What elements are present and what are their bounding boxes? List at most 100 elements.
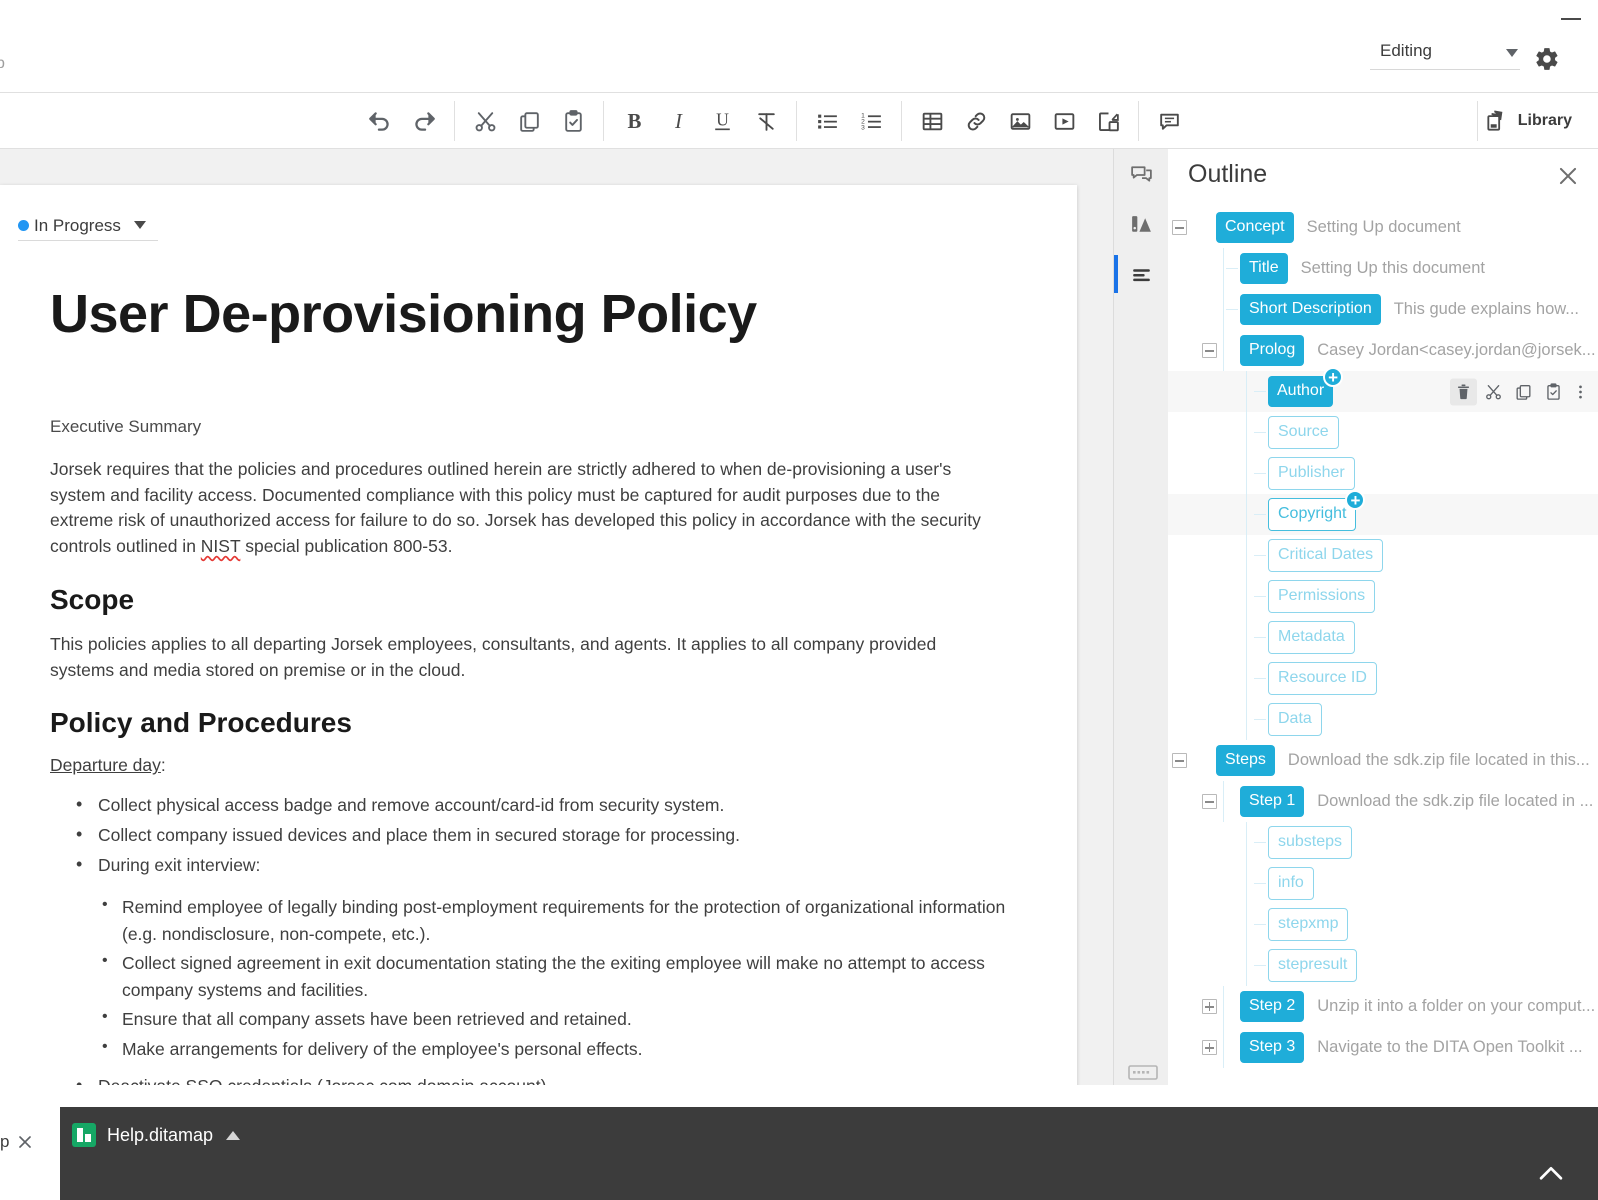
outline-chip[interactable]: Short Description	[1240, 294, 1381, 325]
outline-row-author[interactable]: Author +	[1168, 367, 1598, 412]
outline-row-metadata[interactable]: Metadata	[1168, 617, 1598, 658]
outline-row-data[interactable]: Data	[1168, 699, 1598, 740]
outline-row-source[interactable]: Source	[1168, 412, 1598, 453]
outline-chip[interactable]: Step 3	[1240, 1032, 1305, 1063]
document-status-dropdown[interactable]: In Progress	[18, 211, 158, 241]
italic-button[interactable]: I	[656, 101, 700, 141]
outline-chip[interactable]: Prolog	[1240, 335, 1305, 366]
outline-chip[interactable]: Title	[1240, 253, 1288, 284]
comments-panel-button[interactable]	[1114, 149, 1169, 199]
list-item[interactable]: During exit interview:	[72, 851, 1010, 879]
expand-node-icon[interactable]	[1202, 1040, 1217, 1055]
outline-row-concept[interactable]: Concept Setting Up document	[1168, 207, 1598, 248]
outline-row-title[interactable]: Title Setting Up this document	[1168, 248, 1598, 289]
outline-chip[interactable]: Resource ID	[1268, 662, 1377, 695]
outline-chip[interactable]: Publisher	[1268, 457, 1355, 490]
document-body[interactable]: Executive Summary Jorsek requires that t…	[50, 417, 1010, 1085]
outline-row-critical-dates[interactable]: Critical Dates	[1168, 535, 1598, 576]
redo-button[interactable]	[402, 101, 446, 141]
outline-chip[interactable]: Source	[1268, 416, 1339, 449]
editing-mode-dropdown[interactable]: Editing	[1370, 38, 1520, 70]
close-icon[interactable]	[15, 1132, 35, 1152]
add-element-icon[interactable]: +	[1345, 490, 1366, 510]
outline-row-short-description[interactable]: Short Description This gude explains how.…	[1168, 289, 1598, 330]
chevron-up-icon[interactable]	[226, 1130, 241, 1140]
outline-row-step-3[interactable]: Step 3 Navigate to the DITA Open Toolkit …	[1168, 1027, 1598, 1068]
outline-chip[interactable]: Steps	[1216, 745, 1275, 776]
add-element-icon[interactable]: +	[1323, 367, 1344, 387]
list-item[interactable]: Remind employee of legally binding post-…	[98, 893, 1010, 947]
add-comment-button[interactable]	[1147, 101, 1191, 141]
paste-button[interactable]	[551, 101, 595, 141]
outline-row-info[interactable]: info	[1168, 863, 1598, 904]
list-item[interactable]: Deactivate SSO credentials (Jorsec.com d…	[72, 1072, 1010, 1085]
outline-chip[interactable]: info	[1268, 867, 1314, 900]
outline-row-step-1[interactable]: Step 1 Download the sdk.zip file located …	[1168, 781, 1598, 822]
list-item[interactable]: Make arrangements for delivery of the em…	[98, 1035, 1010, 1063]
outline-chip[interactable]: Data	[1268, 703, 1322, 736]
scope-paragraph[interactable]: This policies applies to all departing J…	[50, 632, 1005, 683]
outline-chip[interactable]: Step 1	[1240, 786, 1305, 817]
insert-video-button[interactable]	[1042, 101, 1086, 141]
outline-row-steps[interactable]: Steps Download the sdk.zip file located i…	[1168, 740, 1598, 781]
expand-node-icon[interactable]	[1202, 999, 1217, 1014]
summary-paragraph[interactable]: Jorsek requires that the policies and pr…	[50, 457, 1005, 560]
outline-row-step-2[interactable]: Step 2 Unzip it into a folder on your com…	[1168, 986, 1598, 1027]
outline-chip[interactable]: substeps	[1268, 826, 1353, 859]
outline-row-prolog[interactable]: Prolog Casey Jordan<casey.jordan@jorsek..…	[1168, 330, 1598, 371]
underline-button[interactable]: U	[700, 101, 744, 141]
tree-guide-line	[1246, 371, 1247, 412]
numbered-list-button[interactable]: 1 2 3	[849, 101, 893, 141]
list-item[interactable]: Ensure that all company assets have been…	[98, 1005, 1010, 1033]
bold-button[interactable]: B	[612, 101, 656, 141]
outline-row-publisher[interactable]: Publisher	[1168, 453, 1598, 494]
bulleted-list-button[interactable]	[805, 101, 849, 141]
insert-table-button[interactable]	[910, 101, 954, 141]
undo-button[interactable]	[358, 101, 402, 141]
outline-row-permissions[interactable]: Permissions	[1168, 576, 1598, 617]
insert-content-reference-button[interactable]	[1086, 101, 1130, 141]
outline-row-resource-id[interactable]: Resource ID	[1168, 658, 1598, 699]
collapse-node-icon[interactable]	[1202, 343, 1217, 358]
outline-row-stepresult[interactable]: stepresult	[1168, 945, 1598, 986]
outline-chip[interactable]: stepxmp	[1268, 908, 1349, 941]
previous-document-tab[interactable]: p	[0, 1107, 56, 1177]
insert-link-button[interactable]	[954, 101, 998, 141]
expand-panel-button[interactable]	[1534, 1157, 1568, 1191]
review-panel-button[interactable]	[1114, 199, 1169, 249]
outline-chip[interactable]: Permissions	[1268, 580, 1376, 613]
copy-button[interactable]	[507, 101, 551, 141]
minimize-icon[interactable]	[1558, 8, 1584, 30]
cut-button[interactable]	[463, 101, 507, 141]
list-item[interactable]: Collect company issued devices and place…	[72, 821, 1010, 849]
library-button[interactable]: Library	[1476, 101, 1582, 141]
outline-chip[interactable]: Concept	[1216, 212, 1294, 243]
trash-icon[interactable]	[1450, 378, 1477, 405]
gear-icon[interactable]	[1534, 46, 1560, 72]
outline-chip[interactable]: Step 2	[1240, 991, 1305, 1022]
more-vertical-icon[interactable]	[1570, 378, 1590, 405]
list-item[interactable]: Collect signed agreement in exit documen…	[98, 949, 1010, 1003]
collapse-node-icon[interactable]	[1202, 794, 1217, 809]
clipboard-check-icon[interactable]	[1540, 378, 1567, 405]
outline-row-stepxmp[interactable]: stepxmp	[1168, 904, 1598, 945]
page-title[interactable]: User De-provisioning Policy	[50, 283, 757, 345]
collapse-node-icon[interactable]	[1172, 753, 1187, 768]
ditamap-tab[interactable]: Help.ditamap	[72, 1123, 241, 1147]
outline-chip[interactable]: Copyright +	[1268, 490, 1366, 531]
list-item[interactable]: Collect physical access badge and remove…	[72, 791, 1010, 819]
outline-chip[interactable]: Author +	[1268, 367, 1344, 407]
outline-chip[interactable]: stepresult	[1268, 949, 1358, 982]
keyboard-icon[interactable]	[1128, 1063, 1158, 1081]
clear-formatting-button[interactable]	[744, 101, 788, 141]
outline-row-substeps[interactable]: substeps	[1168, 822, 1598, 863]
copy-icon[interactable]	[1510, 378, 1537, 405]
close-icon[interactable]	[1555, 163, 1581, 189]
scissors-icon[interactable]	[1480, 378, 1507, 405]
insert-image-button[interactable]	[998, 101, 1042, 141]
outline-panel-button[interactable]	[1114, 249, 1169, 299]
collapse-node-icon[interactable]	[1172, 220, 1187, 235]
outline-chip[interactable]: Metadata	[1268, 621, 1355, 654]
outline-row-copyright[interactable]: Copyright +	[1168, 490, 1598, 535]
outline-chip[interactable]: Critical Dates	[1268, 539, 1384, 572]
